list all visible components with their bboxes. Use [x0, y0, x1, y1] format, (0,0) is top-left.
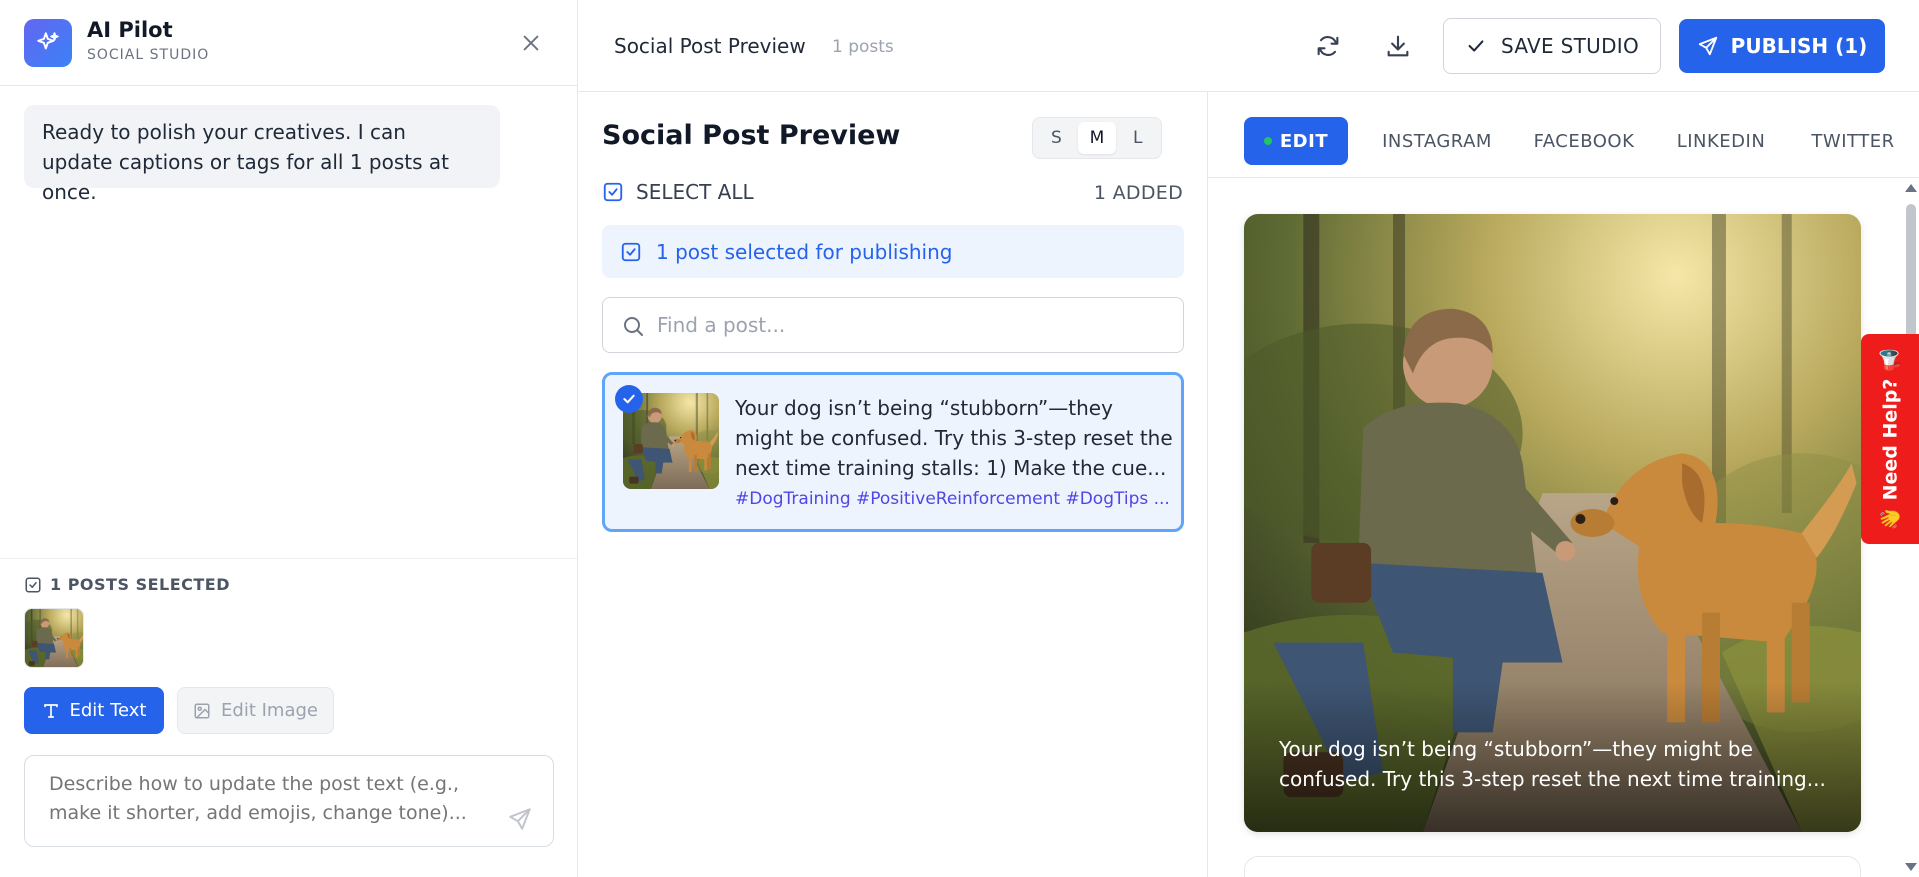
size-option-m[interactable]: M	[1077, 122, 1117, 154]
close-icon[interactable]	[516, 28, 546, 58]
platform-tabs: EDIT INSTAGRAM FACEBOOK LINKEDIN TWITTER	[1208, 92, 1919, 178]
tab-facebook[interactable]: FACEBOOK	[1524, 117, 1644, 165]
tab-instagram[interactable]: INSTAGRAM	[1372, 117, 1502, 165]
panel-title: Social Post Preview	[602, 120, 901, 151]
app-subtitle: SOCIAL STUDIO	[87, 47, 210, 63]
post-tags: #DogTraining #PositiveReinforcement #Dog…	[735, 489, 1170, 509]
app-root: AI Pilot SOCIAL STUDIO Ready to polish y…	[0, 0, 1919, 877]
search-input[interactable]	[603, 298, 1183, 352]
tab-edit[interactable]: EDIT	[1244, 117, 1348, 165]
save-studio-button[interactable]: SAVE STUDIO	[1443, 18, 1661, 74]
preview-caption: Your dog isn’t being “stubborn”—they mig…	[1279, 737, 1826, 791]
scroll-up-arrow[interactable]	[1905, 184, 1917, 192]
checkbox-icon	[603, 182, 623, 202]
send-icon	[1698, 36, 1717, 56]
post-card[interactable]: Your dog isn’t being “stubborn”—they mig…	[602, 372, 1184, 532]
assistant-message: Ready to polish your creatives. I can up…	[24, 105, 500, 204]
edit-prompt-input[interactable]	[25, 756, 553, 846]
prompt-box	[24, 755, 554, 847]
post-text: Your dog isn’t being “stubborn”—they mig…	[735, 396, 1173, 480]
checkbox-icon	[621, 242, 641, 261]
size-option-l[interactable]: L	[1118, 122, 1157, 154]
post-list-panel: Social Post Preview S M L SELECT ALL 1 A…	[578, 92, 1208, 877]
need-help-button[interactable]: 👋 Need Help? 📢	[1861, 334, 1919, 544]
send-icon[interactable]	[507, 806, 533, 832]
app-name: AI Pilot	[87, 18, 173, 42]
edit-image-button[interactable]: Edit Image	[177, 687, 334, 734]
publish-label: PUBLISH (1)	[1730, 34, 1868, 58]
image-icon	[194, 703, 210, 718]
size-option-s[interactable]: S	[1037, 122, 1076, 154]
selected-count-header: 1 POSTS SELECTED	[24, 575, 230, 594]
preview-panel: EDIT INSTAGRAM FACEBOOK LINKEDIN TWITTER…	[1208, 92, 1919, 877]
top-bar: Social Post Preview 1 posts SAVE STUDIO …	[578, 0, 1919, 92]
checkbox-icon	[25, 577, 41, 592]
publish-button[interactable]: PUBLISH (1)	[1679, 19, 1885, 73]
selected-count-label: 1 POSTS SELECTED	[50, 575, 231, 594]
tab-edit-label: EDIT	[1279, 130, 1329, 152]
active-dot	[1263, 137, 1272, 145]
page-title: Social Post Preview	[614, 34, 806, 58]
selection-section: 1 POSTS SELECTED Edit Text Edit Image	[0, 558, 577, 877]
next-preview-card	[1244, 856, 1861, 877]
selected-check-icon[interactable]	[615, 385, 643, 413]
ai-pilot-sidebar: AI Pilot SOCIAL STUDIO Ready to polish y…	[0, 0, 578, 877]
select-all-label: SELECT ALL	[636, 180, 754, 204]
sparkles-icon	[24, 19, 72, 67]
tab-twitter[interactable]: TWITTER	[1798, 117, 1908, 165]
need-help-label: 👋 Need Help? 📢	[1879, 347, 1902, 531]
sidebar-header: AI Pilot SOCIAL STUDIO	[0, 0, 577, 86]
save-studio-label: SAVE STUDIO	[1500, 34, 1640, 58]
added-count: 1 ADDED	[1093, 182, 1183, 204]
selected-post-thumbnail[interactable]	[24, 608, 84, 668]
download-icon[interactable]	[1380, 28, 1416, 64]
text-icon	[43, 703, 58, 718]
refresh-icon[interactable]	[1310, 28, 1346, 64]
edit-image-label: Edit Image	[221, 700, 318, 721]
edit-text-label: Edit Text	[69, 700, 147, 721]
search-box	[602, 297, 1184, 353]
selection-banner-text: 1 post selected for publishing	[656, 239, 953, 264]
post-count: 1 posts	[832, 37, 894, 57]
select-all-button[interactable]: SELECT ALL	[602, 180, 754, 204]
tab-linkedin[interactable]: LINKEDIN	[1666, 117, 1776, 165]
scroll-down-arrow[interactable]	[1905, 863, 1917, 871]
check-icon	[1468, 40, 1484, 52]
size-toggle: S M L	[1032, 117, 1162, 159]
edit-text-button[interactable]: Edit Text	[24, 687, 164, 734]
post-preview-card[interactable]: Your dog isn’t being “stubborn”—they mig…	[1244, 214, 1861, 832]
selection-banner: 1 post selected for publishing	[602, 225, 1184, 278]
